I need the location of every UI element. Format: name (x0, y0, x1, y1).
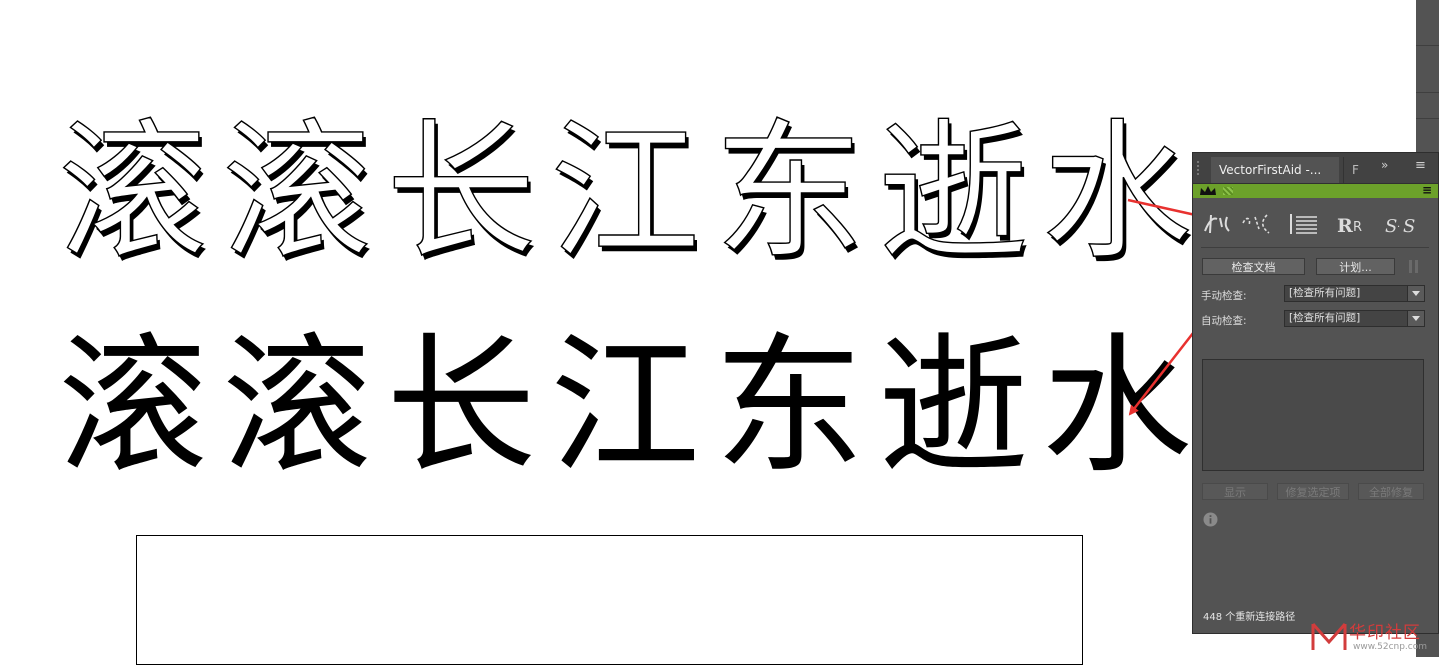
stroke-icon[interactable] (1239, 209, 1273, 239)
svg-text:·: · (1397, 222, 1400, 233)
vectorfirstaid-panel: VectorFirstAid -... F » ≡ ≡ R R S · S 检查… (1192, 152, 1439, 634)
svg-text:S: S (1385, 216, 1397, 237)
outlined-text-row[interactable]: 滚滚长江东逝水 (57, 117, 1206, 268)
results-list[interactable] (1202, 359, 1424, 471)
tab-overflow-icon[interactable]: » (1381, 158, 1388, 172)
show-button[interactable]: 显示 (1202, 483, 1268, 500)
auto-check-select[interactable]: [检查所有问题] (1284, 310, 1425, 327)
align-lines-icon[interactable] (1287, 209, 1321, 239)
fix-selected-button[interactable]: 修复选定项 (1277, 483, 1349, 500)
watermark-logo-icon (1311, 623, 1347, 650)
manual-check-select[interactable]: [检查所有问题] (1284, 285, 1425, 302)
tab-vectorfirstaid[interactable]: VectorFirstAid -... (1211, 157, 1339, 183)
filled-text-row[interactable]: 滚滚长江东逝水 (58, 332, 1206, 482)
tool-row: R R S · S (1201, 209, 1429, 239)
manual-check-value: [检查所有问题] (1289, 287, 1361, 299)
panel-tab-bar: VectorFirstAid -... F » ≡ (1193, 153, 1438, 184)
tab-f[interactable]: F (1343, 157, 1373, 183)
info-icon[interactable] (1203, 512, 1218, 527)
pause-icon[interactable] (1409, 260, 1419, 273)
artboard-frame[interactable] (136, 535, 1083, 665)
panel-menu-icon[interactable]: ≡ (1415, 158, 1426, 173)
brand-menu-icon[interactable]: ≡ (1422, 183, 1432, 197)
svg-text:R: R (1353, 220, 1362, 235)
svg-text:S: S (1403, 216, 1415, 237)
pen-path-icon[interactable] (1201, 209, 1235, 239)
check-document-button[interactable]: 检查文档 (1202, 258, 1305, 275)
brand-pattern (1223, 187, 1233, 195)
svg-text:R: R (1337, 215, 1353, 237)
chevron-down-icon[interactable] (1407, 286, 1424, 301)
auto-check-label: 自动检查: (1201, 315, 1247, 327)
watermark-url: www.52cnp.com (1353, 642, 1428, 652)
divider (1201, 247, 1429, 248)
plan-button[interactable]: 计划... (1316, 258, 1395, 275)
auto-check-value: [检查所有问题] (1289, 312, 1361, 324)
chevron-down-icon[interactable] (1407, 311, 1424, 326)
manual-check-label: 手动检查: (1201, 290, 1247, 302)
status-text: 448 个重新连接路径 (1203, 612, 1296, 623)
swap-s-icon[interactable]: S · S (1383, 209, 1417, 239)
watermark-name: 华印社区 (1349, 623, 1421, 643)
watermark: 华印社区 www.52cnp.com (1305, 616, 1439, 657)
fix-all-button[interactable]: 全部修复 (1358, 483, 1424, 500)
brand-bar: ≡ (1193, 183, 1438, 198)
crown-icon (1200, 186, 1216, 195)
replace-r-icon[interactable]: R R (1335, 209, 1369, 239)
panel-grip-handle[interactable] (1197, 161, 1209, 175)
